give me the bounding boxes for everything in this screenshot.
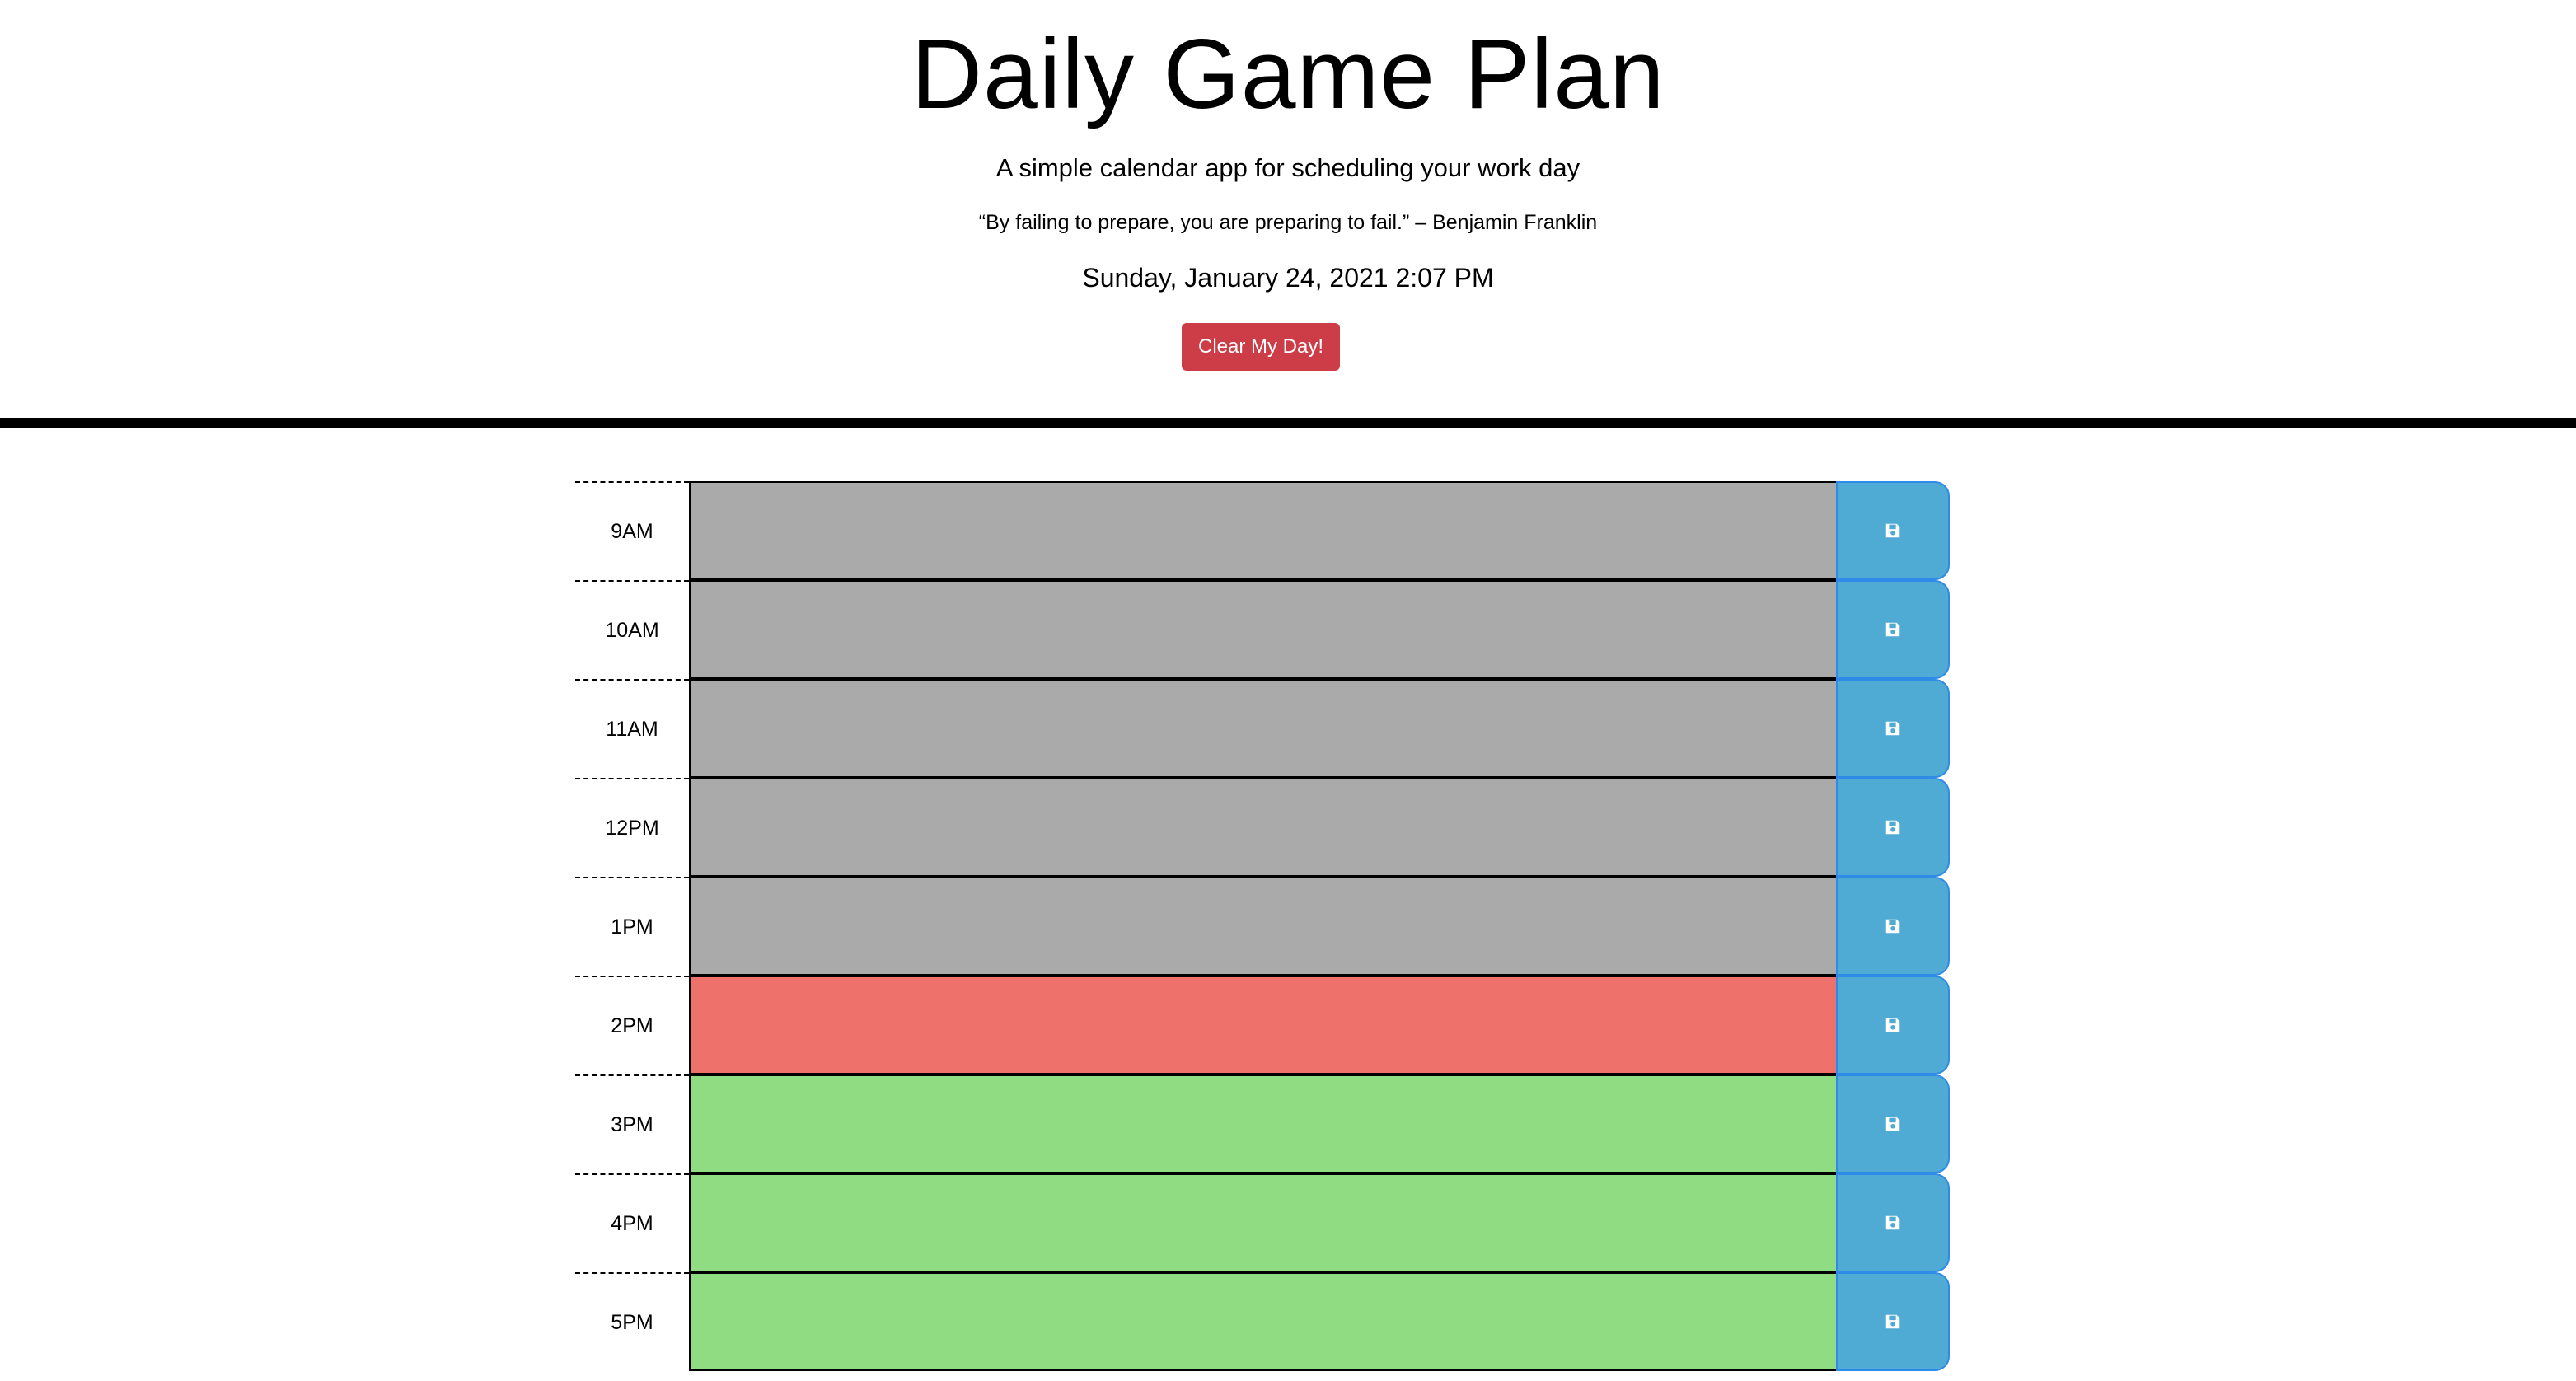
floppy-disk-icon (1884, 1115, 1902, 1133)
clear-day-button[interactable]: Clear My Day! (1182, 323, 1340, 371)
time-block-row: 10AM (575, 580, 1950, 679)
hour-label: 12PM (575, 778, 689, 877)
hour-label: 1PM (575, 877, 689, 976)
save-button[interactable] (1836, 1272, 1950, 1371)
save-button[interactable] (1836, 778, 1950, 877)
event-description-input[interactable] (689, 778, 1836, 877)
event-description-input[interactable] (689, 481, 1836, 580)
time-block-row: 5PM (575, 1272, 1950, 1371)
hour-label: 3PM (575, 1074, 689, 1173)
floppy-disk-icon (1884, 620, 1902, 639)
floppy-disk-icon (1884, 818, 1902, 836)
page-subtitle: A simple calendar app for scheduling you… (995, 153, 1581, 182)
save-button[interactable] (1836, 877, 1950, 976)
floppy-disk-icon (1884, 1214, 1902, 1232)
quote-text: “By failing to prepare, you are preparin… (978, 211, 1598, 234)
hour-label: 9AM (575, 481, 689, 580)
page-title: Daily Game Plan (911, 19, 1665, 129)
time-block-row: 3PM (575, 1074, 1950, 1173)
event-description-input[interactable] (689, 976, 1836, 1074)
event-description-input[interactable] (689, 877, 1836, 976)
page-header: Daily Game Plan A simple calendar app fo… (0, 0, 2576, 428)
hour-label: 10AM (575, 580, 689, 679)
time-block-row: 2PM (575, 976, 1950, 1074)
event-description-input[interactable] (689, 1074, 1836, 1173)
current-datetime: Sunday, January 24, 2021 2:07 PM (1082, 263, 1494, 293)
time-block-row: 4PM (575, 1173, 1950, 1272)
save-button[interactable] (1836, 481, 1950, 580)
event-description-input[interactable] (689, 679, 1836, 778)
time-block-row: 12PM (575, 778, 1950, 877)
save-button[interactable] (1836, 679, 1950, 778)
time-block-row: 9AM (575, 481, 1950, 580)
floppy-disk-icon (1884, 1016, 1902, 1034)
event-description-input[interactable] (689, 1173, 1836, 1272)
save-button[interactable] (1836, 976, 1950, 1074)
hour-label: 4PM (575, 1173, 689, 1272)
save-button[interactable] (1836, 1173, 1950, 1272)
save-button[interactable] (1836, 1074, 1950, 1173)
floppy-disk-icon (1884, 917, 1902, 935)
floppy-disk-icon (1884, 719, 1902, 737)
floppy-disk-icon (1884, 1313, 1902, 1331)
save-button[interactable] (1836, 580, 1950, 679)
floppy-disk-icon (1884, 522, 1902, 540)
event-description-input[interactable] (689, 580, 1836, 679)
time-block-row: 11AM (575, 679, 1950, 778)
hour-label: 11AM (575, 679, 689, 778)
hour-label: 2PM (575, 976, 689, 1074)
hour-label: 5PM (575, 1272, 689, 1371)
schedule-container: 9AM 10AM 11AM 12PM 1PM 2PM 3PM 4PM 5PM (575, 481, 1950, 1371)
time-block-row: 1PM (575, 877, 1950, 976)
event-description-input[interactable] (689, 1272, 1836, 1371)
